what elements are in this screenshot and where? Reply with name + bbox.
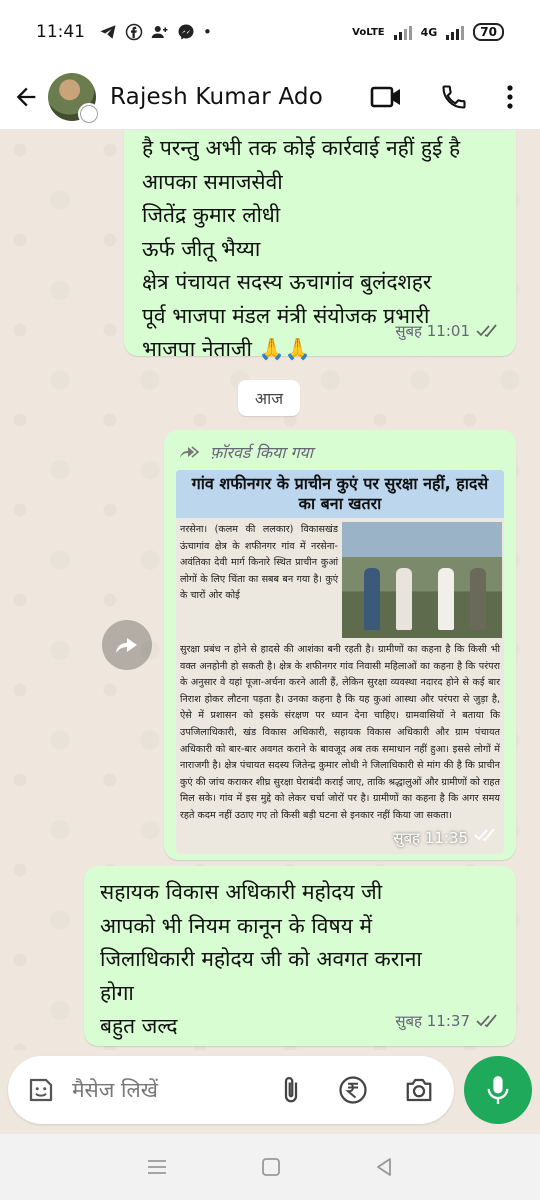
back-button[interactable]	[4, 75, 48, 119]
person-figure	[438, 568, 454, 630]
avatar[interactable]	[48, 72, 100, 125]
date-chip: आज	[238, 380, 300, 416]
arrow-left-icon	[16, 87, 36, 106]
back-nav-icon[interactable]	[374, 1157, 394, 1177]
news-photo	[342, 522, 502, 638]
message-meta: सुबह 11:37	[395, 1005, 500, 1039]
attach-icon[interactable]	[280, 1075, 302, 1105]
message-line: आपको भी नियम कानून के विषय में	[100, 913, 373, 938]
recent-apps-icon[interactable]	[146, 1158, 168, 1176]
add-person-icon	[151, 26, 168, 38]
telegram-icon	[100, 25, 116, 39]
volte-label: VoLTE	[352, 26, 385, 38]
message-time: सुबह 11:35	[393, 829, 468, 847]
person-figure	[396, 568, 412, 630]
news-headline: गांव शफीनगर के प्राचीन कुएं पर सुरक्षा न…	[176, 470, 504, 518]
double-check-icon	[476, 1014, 497, 1028]
double-check-icon	[476, 324, 497, 338]
system-nav-bar	[0, 1134, 540, 1200]
voice-call-icon[interactable]	[440, 83, 468, 111]
status-time: 11:41	[36, 22, 85, 42]
contact-name[interactable]: Rajesh Kumar Ado	[110, 84, 323, 110]
battery-indicator: 70	[473, 23, 504, 41]
message-line: ऊर्फ जीतू भैय्या	[142, 236, 261, 261]
message-line: आपका समाजसेवी	[142, 169, 283, 194]
message-line: जिलाधिकारी महोदय जी को अवगत कराना	[100, 947, 422, 971]
person-figure	[364, 568, 380, 630]
message-bubble[interactable]: है परन्तु अभी तक कोई कार्रवाई नहीं हुई ह…	[124, 130, 516, 361]
signal-icon	[393, 26, 412, 40]
notification-icons: •	[99, 23, 212, 41]
messenger-icon	[178, 24, 194, 40]
video-call-icon[interactable]	[370, 83, 402, 111]
chat-header: Rajesh Kumar Ado	[0, 64, 540, 130]
rupee-payment-icon[interactable]	[338, 1075, 368, 1105]
sticker-icon[interactable]	[26, 1075, 56, 1105]
forward-icon	[116, 638, 137, 653]
chat-area[interactable]: है परन्तु अभी तक कोई कार्रवाई नहीं हुई ह…	[0, 130, 540, 1050]
message-bubble[interactable]: सहायक विकास अधिकारी महोदय जी आपको भी निय…	[84, 866, 516, 1046]
status-right: VoLTE 4G 70	[352, 23, 504, 41]
more-dot-icon: •	[203, 23, 212, 41]
microphone-icon	[487, 1076, 509, 1104]
network-type-label: 4G	[420, 25, 438, 39]
news-body: सुरक्षा प्रबंध न होने से हादसे की आशंका …	[180, 644, 500, 821]
message-line: जितेंद्र कुमार लोधी	[142, 203, 281, 227]
message-line: क्षेत्र पंचायत सदस्य ऊचागांव बुलंदशहर	[142, 270, 432, 294]
forward-arrows-icon	[180, 446, 200, 458]
more-options-icon[interactable]	[506, 83, 514, 111]
header-actions	[370, 83, 514, 111]
message-line: है परन्तु अभी तक कोई कार्रवाई नहीं हुई ह…	[142, 136, 461, 160]
news-column: नरसेना। (कलम की ललकार) विकासखंड ऊंचागांव…	[180, 524, 338, 602]
forwarded-label: फ़ॉरवर्ड किया गया	[170, 436, 510, 468]
forwarded-text: फ़ॉरवर्ड किया गया	[210, 443, 313, 462]
message-meta: सुबह 11:01	[395, 315, 500, 349]
message-composer	[8, 1056, 454, 1124]
status-ring-icon	[78, 102, 100, 125]
composer-actions	[280, 1075, 434, 1105]
newspaper-clipping-image[interactable]: गांव शफीनगर के प्राचीन कुएं पर सुरक्षा न…	[176, 470, 504, 854]
message-line: सहायक विकास अधिकारी महोदय जी	[100, 880, 383, 904]
voice-record-button[interactable]	[464, 1056, 532, 1124]
message-input[interactable]	[70, 1077, 254, 1103]
message-time: सुबह 11:37	[395, 1011, 470, 1030]
forwarded-image-message[interactable]: फ़ॉरवर्ड किया गया गांव शफीनगर के प्राचीन…	[164, 430, 516, 860]
forward-button[interactable]	[102, 620, 152, 670]
double-check-icon	[474, 828, 495, 842]
home-icon[interactable]	[261, 1157, 281, 1177]
signal-icon-2	[446, 26, 465, 40]
message-time: सुबह 11:01	[395, 321, 470, 340]
message-meta: सुबह 11:35	[393, 828, 498, 848]
person-figure	[470, 568, 486, 630]
camera-icon[interactable]	[404, 1076, 434, 1104]
status-bar: 11:41 • VoLTE 4G 70	[0, 0, 540, 64]
facebook-icon	[125, 23, 143, 41]
